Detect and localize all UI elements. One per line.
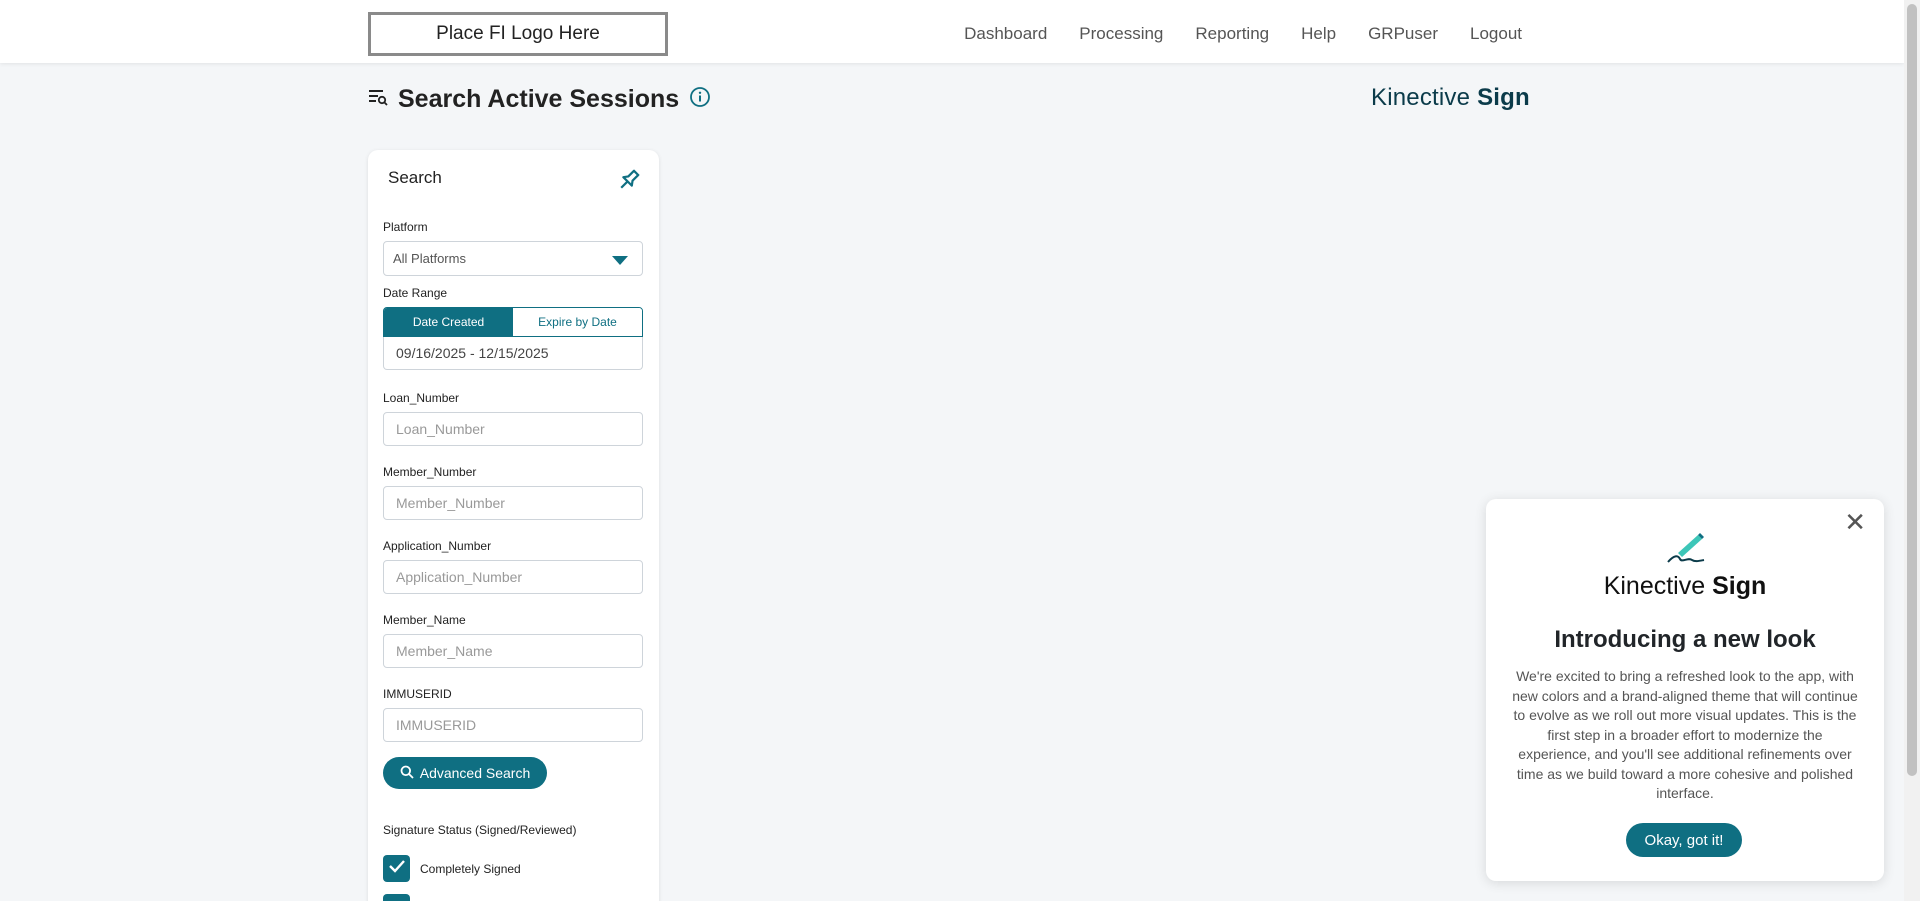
completely-signed-checkbox[interactable] xyxy=(383,855,410,882)
loan-number-input[interactable] xyxy=(383,412,643,446)
info-icon[interactable] xyxy=(689,86,711,113)
tab-date-created[interactable]: Date Created xyxy=(384,308,513,336)
tab-expire-by-date[interactable]: Expire by Date xyxy=(513,308,642,336)
nav-dashboard[interactable]: Dashboard xyxy=(964,24,1047,44)
platform-select[interactable]: All Platforms xyxy=(383,241,643,276)
scrollbar-thumb[interactable] xyxy=(1907,4,1917,776)
platform-value: All Platforms xyxy=(393,251,466,266)
completely-signed-label: Completely Signed xyxy=(420,862,521,876)
search-panel: Search Platform All Platforms Date Range… xyxy=(368,150,659,901)
dialog-brand-light: Kinective xyxy=(1603,572,1706,600)
member-name-label: Member_Name xyxy=(383,613,466,627)
page-title: Search Active Sessions xyxy=(398,84,680,113)
platform-label: Platform xyxy=(383,220,428,234)
member-number-label: Member_Number xyxy=(383,465,477,479)
immuserid-label: IMMUSERID xyxy=(383,687,452,701)
member-name-input[interactable] xyxy=(383,634,643,668)
top-navbar: Place FI Logo Here Dashboard Processing … xyxy=(0,0,1904,63)
nav-logout[interactable]: Logout xyxy=(1470,24,1522,44)
search-list-icon xyxy=(368,87,388,112)
date-range-input[interactable]: 09/16/2025 - 12/15/2025 xyxy=(383,337,643,370)
signature-status-label: Signature Status (Signed/Reviewed) xyxy=(383,823,577,837)
page-header: Search Active Sessions xyxy=(368,82,711,116)
chevron-down-icon xyxy=(612,256,628,265)
immuserid-input[interactable] xyxy=(383,708,643,742)
advanced-search-label: Advanced Search xyxy=(419,765,531,781)
close-icon[interactable]: ✕ xyxy=(1844,509,1866,535)
advanced-search-button[interactable]: Advanced Search xyxy=(383,757,547,789)
pen-signature-icon xyxy=(1664,529,1708,565)
pin-icon[interactable] xyxy=(615,166,643,194)
nav-user[interactable]: GRPuser xyxy=(1368,24,1438,44)
date-range-label: Date Range xyxy=(383,286,448,300)
brand-logo: Kinective Sign xyxy=(1371,84,1530,112)
dialog-brand: Kinective Sign xyxy=(1486,572,1884,601)
nav-help[interactable]: Help xyxy=(1301,24,1336,44)
search-icon xyxy=(400,765,414,782)
page-scrollbar[interactable] xyxy=(1904,0,1920,901)
loan-number-label: Loan_Number xyxy=(383,391,460,405)
nav-reporting[interactable]: Reporting xyxy=(1195,24,1269,44)
okay-got-it-button[interactable]: Okay, got it! xyxy=(1626,823,1742,857)
member-number-input[interactable] xyxy=(383,486,643,520)
new-look-dialog: ✕ Kinective Sign Introducing a new look … xyxy=(1486,499,1884,881)
dialog-brand-bold: Sign xyxy=(1712,572,1767,600)
date-type-toggle: Date Created Expire by Date xyxy=(383,307,643,337)
brand-bold: Sign xyxy=(1477,84,1530,111)
signature-status-checkbox-2[interactable] xyxy=(383,894,410,901)
check-icon xyxy=(388,859,406,878)
dialog-heading: Introducing a new look xyxy=(1554,626,1816,653)
nav-links: Dashboard Processing Reporting Help GRPu… xyxy=(964,0,1522,68)
brand-light: Kinective xyxy=(1371,84,1471,111)
application-number-label: Application_Number xyxy=(383,539,492,553)
application-number-input[interactable] xyxy=(383,560,643,594)
search-panel-title: Search xyxy=(388,168,442,187)
nav-processing[interactable]: Processing xyxy=(1079,24,1163,44)
dialog-body: We're excited to bring a refreshed look … xyxy=(1512,668,1858,801)
logo-placeholder[interactable]: Place FI Logo Here xyxy=(368,12,668,56)
